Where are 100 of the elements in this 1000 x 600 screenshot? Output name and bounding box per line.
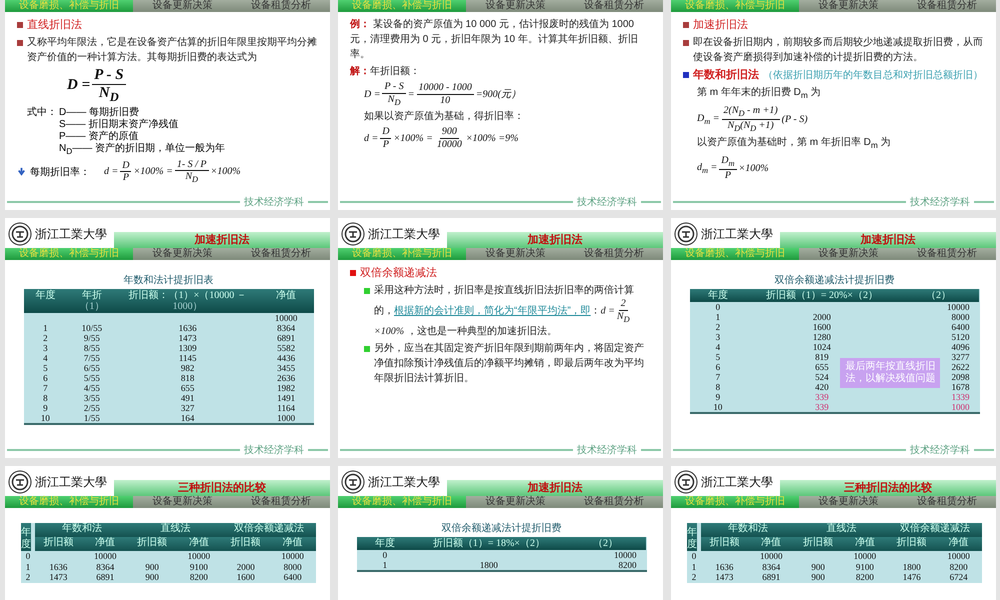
table-cell: 655 xyxy=(815,362,829,372)
nav-tab: 设备更新决策 xyxy=(133,496,232,508)
table-cell-text: 900 xyxy=(810,562,826,572)
table-cell: 982 xyxy=(180,363,194,373)
table-cell: 1 xyxy=(716,312,720,322)
table-cell: 1982 xyxy=(277,383,296,393)
table-cell: 4436 xyxy=(277,353,296,363)
footer-label: 技术经济学科 xyxy=(910,196,970,209)
table-cell: 1164 xyxy=(277,403,295,413)
table-cell: 5582 xyxy=(277,343,296,353)
table-cell: 339 xyxy=(815,402,829,412)
column-header: 净值 xyxy=(269,537,316,551)
table-cell-text: 2 xyxy=(690,572,698,582)
table-cell: 2000 xyxy=(812,312,831,322)
paragraph: 例： 某设备的资产原值为 10 000 元，估计报废时的残值为 1000 元，清理费用为 0 元，折旧年限为 10 年。计算其年折旧额、折旧率。 xyxy=(350,18,639,62)
nav-tab: 设备更新决策 xyxy=(799,496,898,508)
table-cell-text: 6400 xyxy=(282,572,303,582)
column-header: 净值 xyxy=(748,537,795,551)
column-header: （2） xyxy=(564,537,646,550)
column-header: 年数和法 xyxy=(701,523,795,537)
nav-tab: 设备租赁分析 xyxy=(564,0,663,12)
table-cell-text: 900 xyxy=(144,572,160,582)
table-cell: 4 xyxy=(43,353,48,363)
table-cell-text: 8364 xyxy=(761,562,782,572)
table-cell-text: 8200 xyxy=(618,560,638,570)
table-cell: 1 xyxy=(382,560,388,570)
university-name: 浙江工業大學 xyxy=(701,474,773,491)
table-cell-text: 10000 xyxy=(186,551,212,562)
table-cell-text: 8000 xyxy=(282,562,303,572)
table-cell: 4/55 xyxy=(84,383,100,393)
legend-line: D—— 每期折旧费 xyxy=(59,106,139,118)
nav-tab: 设备租赁分析 xyxy=(564,248,663,260)
table-cell-text: 6724 xyxy=(948,572,969,582)
table-cell: 327 xyxy=(180,403,194,413)
table-cell: 10 xyxy=(40,413,50,423)
table-cell: 2/55 xyxy=(84,403,100,413)
university-name: 浙江工業大學 xyxy=(368,474,440,491)
table-cell: 6 xyxy=(43,373,48,383)
table-cell: 4 xyxy=(716,342,720,352)
slide-thumbnail[interactable]: 浙江工業大學 三种折旧法的比较 设备磨损、补偿与折旧 设备更新决策 设备租赁分析 年度 年数和法 直线法 双倍余额递减法 折旧额 净值 折旧额 净值 折旧额 净值 0 10000 10000 10000 1 1636 8364 900 9100 1800 8200 2 1473 6891 900 8200 1476 6724 xyxy=(671,466,996,600)
nav-tab: 设备更新决策 xyxy=(799,248,898,260)
column-header: 净值 xyxy=(82,537,129,551)
table-cell: 10/55 xyxy=(82,323,102,333)
column-header: 净值 xyxy=(935,537,982,551)
column-header: 折旧额 xyxy=(888,537,936,551)
table-cell: 6891 xyxy=(277,333,296,343)
table-cell-text: 900 xyxy=(144,562,160,572)
table-cell: 0 xyxy=(716,302,720,312)
table-cell: 6 xyxy=(716,362,720,372)
column-header: 年折 （1） xyxy=(67,289,117,313)
paragraph: 另外，应当在其固定资产折旧年限到期前两年内，将固定资产净值扣除预计净残值后的净额平均摊销，即最后两年改为平均年限折旧法计算折旧。 xyxy=(374,342,645,386)
paragraph: 第 m 年年末的折旧费 D$_{m}$ 为 xyxy=(697,86,821,102)
table-cell: 1280 xyxy=(812,332,831,342)
column-header: 净值 xyxy=(841,537,888,551)
table-cell-text: 6400 xyxy=(951,322,970,332)
callout-note: 最后两年按直线折旧法，以解决残值问题 xyxy=(840,358,940,388)
table-cell: 5 xyxy=(716,352,720,362)
table-cell: 5 xyxy=(43,363,48,373)
column-header: 折旧额 xyxy=(222,537,270,551)
table-cell-text: 6891 xyxy=(95,572,116,582)
table-cell-text: 1473 xyxy=(48,572,68,582)
column-header: 折旧额 xyxy=(794,537,842,551)
nav-tab: 设备磨损、补偿与折旧 xyxy=(338,496,466,508)
footer-label: 技术经济学科 xyxy=(577,196,637,209)
column-header: 净值 xyxy=(258,289,314,313)
table-cell: 491 xyxy=(180,393,194,403)
table-cell: 6/55 xyxy=(84,363,100,373)
table-cell: 1800 xyxy=(480,560,498,570)
slide-title: 加速折旧法 xyxy=(447,232,663,248)
table-cell-text: 8200 xyxy=(854,572,875,582)
university-name: 浙江工業大學 xyxy=(35,226,107,243)
table-cell-text: 1473 xyxy=(714,572,734,582)
nav-tab: 设备磨损、补偿与折旧 xyxy=(671,248,799,260)
nav-tab: 设备磨损、补偿与折旧 xyxy=(5,496,133,508)
legend-line: P—— 资产的原值 xyxy=(59,130,138,142)
column-header: 直线法 xyxy=(128,523,222,537)
table-cell: 1024 xyxy=(812,342,831,352)
table-cell-text: 2 xyxy=(24,572,32,582)
table-cell-text: 8200 xyxy=(948,562,969,572)
nav-tab: 设备租赁分析 xyxy=(898,248,996,260)
table-cell-text: 900 xyxy=(810,572,826,582)
column-header: 年度 xyxy=(690,289,746,302)
table-cell: 1 xyxy=(43,323,48,333)
table-cell: 2636 xyxy=(277,373,296,383)
university-name: 浙江工業大學 xyxy=(35,474,107,491)
slide-thumbnail[interactable]: 浙江工業大學 加速折旧法 设备磨损、补偿与折旧 设备更新决策 设备租赁分析 双倍余额递减法计提折旧费 年度 折旧额（1）= 18%×（2） （2） 0 10000 1 1800 8200 xyxy=(338,466,663,600)
section-heading: 加速折旧法 xyxy=(693,18,748,33)
university-name: 浙江工業大學 xyxy=(368,226,440,243)
formula: D$_{m}$ = 2(N$_{D}$ - m +1) N$_{D}$(N$_{D}$ +1) (P - S) xyxy=(697,105,808,134)
column-header: 年度 xyxy=(356,537,414,550)
paragraph: 又称平均年限法，它是在设备资产估算的折旧年限里按期平均分摊资产价值的一种计算方法。其每期折旧费的表达式为 xyxy=(27,36,318,65)
table-cell: 2 xyxy=(43,333,48,343)
column-header: 折旧额（1）= 20%×（2） xyxy=(746,289,898,302)
nav-tab: 设备磨损、补偿与折旧 xyxy=(5,248,133,260)
column-header: 双倍余额递减法 xyxy=(888,523,982,537)
table-cell-text: 5120 xyxy=(951,332,970,342)
slide-thumbnail[interactable]: 浙江工業大學 三种折旧法的比较 设备磨损、补偿与折旧 设备更新决策 设备租赁分析 年度 年数和法 直线法 双倍余额递减法 折旧额 净值 折旧额 净值 折旧额 净值 0 10000 10000 10000 1 1636 8364 900 9100 2000 8000 2 1473 6891 900 8200 1600 6400 xyxy=(5,466,330,600)
table-cell: 655 xyxy=(180,383,194,393)
nav-tab: 设备更新决策 xyxy=(133,248,232,260)
table-cell: 9/55 xyxy=(84,333,100,343)
